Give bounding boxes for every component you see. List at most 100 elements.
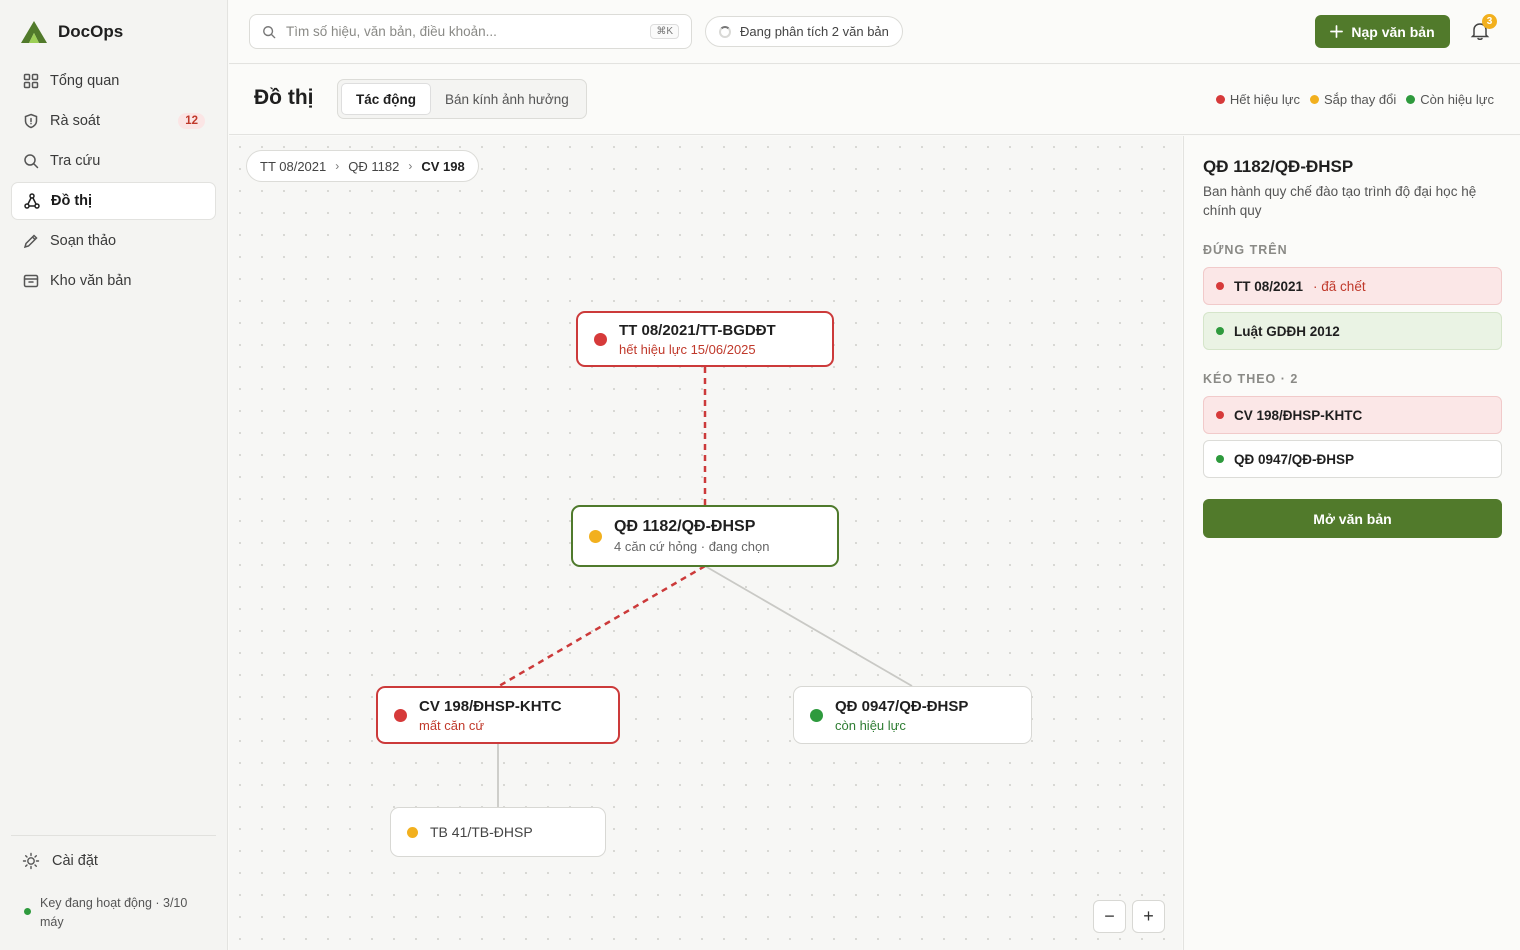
sidebar: DocOps Tổng quan Rà soát 12 Tra cứu Đồ t… (0, 0, 228, 950)
search-icon (22, 153, 39, 170)
settings-button[interactable]: Cài đặt (22, 852, 98, 870)
node-title: TB 41/TB-ĐHSP (430, 824, 533, 840)
open-document-button[interactable]: Mở văn bản (1203, 499, 1502, 538)
page-header: Đồ thị Tác động Bán kính ảnh hưởng Hết h… (229, 65, 1520, 135)
child-document-cv198[interactable]: CV 198/ĐHSP-KHTC (1203, 396, 1502, 434)
legend-item-changing: Sắp thay đổi (1309, 92, 1397, 107)
key-status-text: Key đang hoạt động · 3/10 máy (40, 896, 188, 929)
node-subtitle: 4 căn cứ hỏng · đang chọn (614, 539, 770, 554)
graph-node-qd0947[interactable]: QĐ 0947/QĐ-ĐHSP còn hiệu lực (793, 686, 1032, 744)
sidebar-item-lookup[interactable]: Tra cứu (11, 142, 216, 180)
import-label: Nạp văn bản (1351, 23, 1435, 40)
graph-breadcrumb: TT 08/2021 › QĐ 1182 › CV 198 (246, 150, 479, 182)
graph-node-qd1182[interactable]: QĐ 1182/QĐ-ĐHSP 4 căn cứ hỏng · đang chọ… (571, 505, 839, 567)
search-icon (263, 25, 276, 38)
legend-item-expired: Hết hiệu lực (1215, 92, 1300, 107)
sidebar-item-compose[interactable]: Soạn thảo (11, 222, 216, 260)
status-dot (1216, 455, 1224, 463)
status-dot (394, 708, 407, 722)
search-placeholder: Tìm số hiệu, văn bản, điều khoản... (286, 24, 497, 39)
import-document-button[interactable]: Nạp văn bản (1315, 15, 1450, 48)
search-shortcut-hint: ⌘K (650, 24, 679, 39)
status-dot (1216, 411, 1224, 419)
status-dot (589, 529, 602, 543)
parent-document-luat-gddh[interactable]: Luật GDĐH 2012 (1203, 312, 1502, 350)
status-dot (1216, 327, 1224, 335)
analysis-status-text: Đang phân tích 2 văn bản (740, 24, 889, 39)
sidebar-item-graph[interactable]: Đồ thị (11, 182, 216, 220)
analysis-status-pill: Đang phân tích 2 văn bản (705, 16, 903, 47)
section-above-label: ĐỨNG TRÊN (1203, 243, 1288, 257)
graph-icon (23, 193, 40, 210)
sidebar-divider (11, 835, 216, 836)
edge-qd1182-qd0947 (704, 565, 913, 687)
sidebar-item-label: Tổng quan (50, 73, 120, 89)
node-title: QĐ 1182/QĐ-ĐHSP (614, 518, 756, 535)
grid-icon (22, 73, 39, 90)
sidebar-item-label: Soạn thảo (50, 233, 117, 249)
sidebar-item-label: Rà soát (50, 113, 100, 129)
graph-node-tt08[interactable]: TT 08/2021/TT-BGDĐT hết hiệu lực 15/06/2… (576, 311, 834, 367)
status-dot (594, 332, 607, 346)
node-title: CV 198/ĐHSP-KHTC (419, 697, 562, 715)
child-document-name: CV 198/ĐHSP-KHTC (1234, 407, 1363, 423)
sidebar-item-label: Tra cứu (50, 153, 101, 169)
page-title: Đồ thị (254, 86, 314, 109)
node-title: QĐ 0947/QĐ-ĐHSP (835, 697, 969, 715)
breadcrumb-item[interactable]: QĐ 1182 (348, 159, 399, 174)
status-dot (810, 708, 823, 722)
docops-logo-icon (21, 21, 47, 43)
selected-document-description: Ban hành quy chế đào tạo trình độ đại họ… (1203, 184, 1477, 218)
chevron-right-icon: › (408, 159, 413, 173)
view-tabs: Tác động Bán kính ảnh hưởng (337, 79, 587, 119)
tab-impact[interactable]: Tác động (341, 83, 431, 115)
breadcrumb-item[interactable]: TT 08/2021 (260, 159, 326, 174)
parent-document-name: TT 08/2021 (1234, 278, 1304, 294)
node-title: TT 08/2021/TT-BGDĐT (619, 321, 776, 339)
settings-label: Cài đặt (52, 853, 98, 869)
archive-icon (22, 273, 39, 290)
parent-document-note: · đã chết (1313, 278, 1366, 294)
section-below-label: KÉO THEO · 2 (1203, 372, 1299, 386)
graph-node-tb41[interactable]: TB 41/TB-ĐHSP (390, 807, 606, 857)
parent-document-tt08[interactable]: TT 08/2021 · đã chết (1203, 267, 1502, 305)
legend-label: Sắp thay đổi (1323, 92, 1397, 107)
search-input[interactable]: Tìm số hiệu, văn bản, điều khoản... ⌘K (249, 14, 692, 49)
notification-count-badge: 3 (1482, 14, 1497, 29)
status-dot (1216, 282, 1224, 290)
shield-icon (22, 113, 39, 130)
detail-panel: QĐ 1182/QĐ-ĐHSP Ban hành quy chế đào tạo… (1183, 136, 1520, 950)
node-subtitle: mất căn cứ (419, 717, 485, 733)
edge-qd1182-cv198 (498, 564, 706, 688)
legend-dot (1309, 95, 1319, 104)
top-bar: Tìm số hiệu, văn bản, điều khoản... ⌘K Đ… (229, 0, 1520, 64)
sidebar-item-review[interactable]: Rà soát 12 (11, 102, 216, 140)
zoom-in-button[interactable]: + (1132, 900, 1165, 933)
app-name: DocOps (58, 22, 124, 41)
license-key-status: Key đang hoạt động · 3/10 máy (24, 894, 204, 932)
sidebar-nav: Tổng quan Rà soát 12 Tra cứu Đồ thị Soạn… (11, 62, 216, 302)
legend-dot (1215, 95, 1225, 104)
node-subtitle: hết hiệu lực 15/06/2025 (619, 341, 756, 357)
loading-spinner-icon (719, 25, 731, 38)
graph-canvas[interactable]: TT 08/2021 › QĐ 1182 › CV 198 TT 08/2021… (229, 136, 1182, 950)
chevron-right-icon: › (335, 159, 340, 173)
sun-icon (22, 852, 40, 870)
legend-label: Còn hiệu lực (1420, 92, 1494, 107)
sidebar-item-label: Đồ thị (51, 193, 93, 209)
node-subtitle: còn hiệu lực (835, 717, 906, 733)
sidebar-item-overview[interactable]: Tổng quan (11, 62, 216, 100)
child-document-qd0947[interactable]: QĐ 0947/QĐ-ĐHSP (1203, 440, 1502, 478)
pencil-icon (22, 233, 39, 250)
plus-icon (1330, 25, 1344, 38)
app-logo[interactable]: DocOps (20, 20, 123, 44)
review-count-badge: 12 (178, 113, 205, 129)
graph-node-cv198[interactable]: CV 198/ĐHSP-KHTC mất căn cứ (376, 686, 620, 744)
legend-item-valid: Còn hiệu lực (1406, 92, 1494, 107)
child-document-name: QĐ 0947/QĐ-ĐHSP (1234, 451, 1355, 467)
status-dot (407, 826, 418, 838)
breadcrumb-current: CV 198 (421, 158, 465, 174)
sidebar-item-archive[interactable]: Kho văn bản (11, 262, 216, 300)
zoom-out-button[interactable]: − (1093, 900, 1126, 933)
tab-blast-radius[interactable]: Bán kính ảnh hưởng (431, 83, 583, 115)
